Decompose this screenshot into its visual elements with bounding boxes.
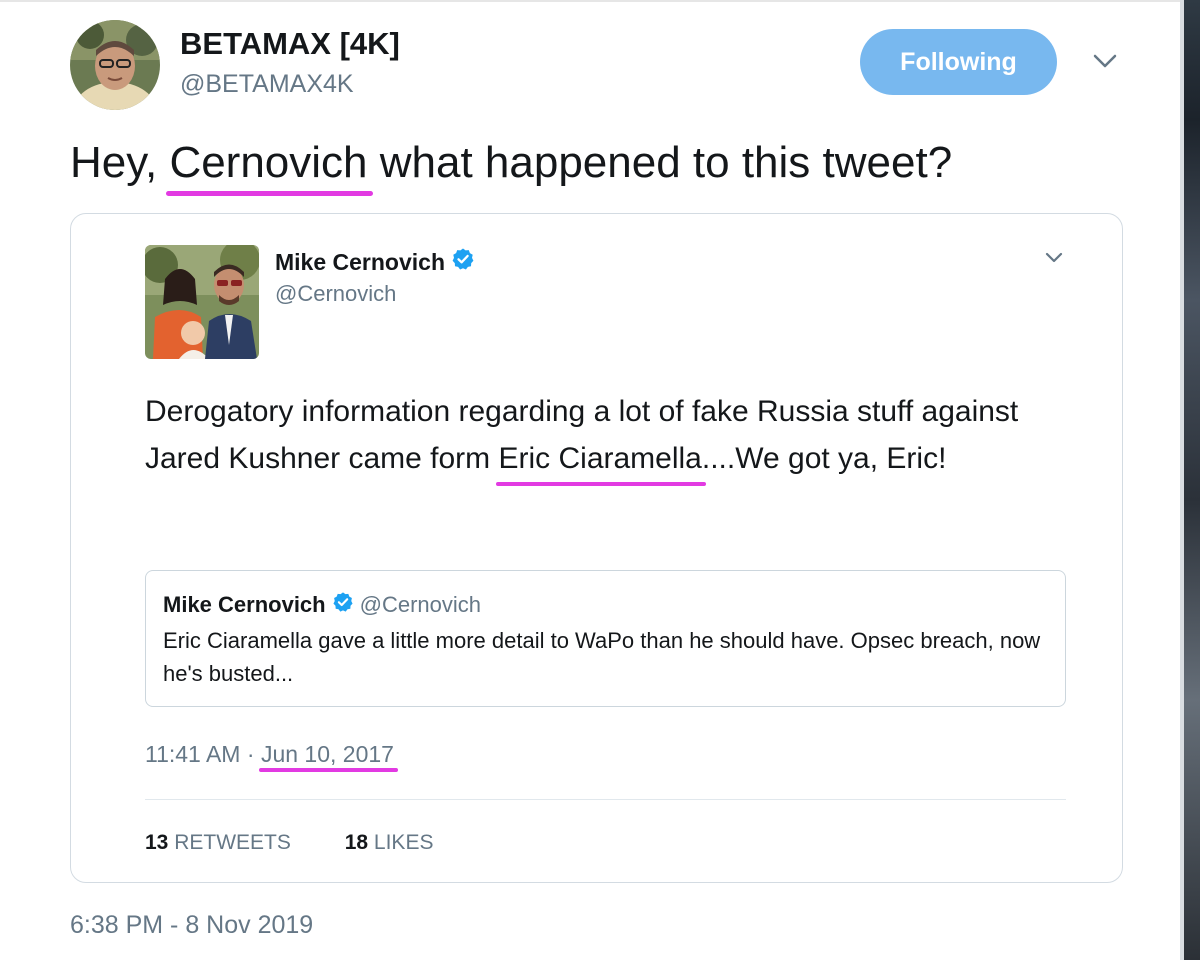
tweet-text: Hey, Cernovich what happened to this twe…	[70, 138, 953, 196]
quoted-tweet-text: Derogatory information regarding a lot o…	[145, 388, 1045, 486]
author-handle[interactable]: @BETAMAX4K	[180, 70, 354, 99]
quoted-text-part2: ....We got ya, Eric!	[701, 442, 947, 475]
retweets-label: RETWEETS	[174, 831, 291, 854]
nested-quote-author-name: Mike Cernovich	[163, 592, 326, 617]
quoted-time: 11:41 AM	[145, 741, 241, 767]
tweet-options-chevron-icon[interactable]	[1093, 52, 1117, 75]
tweet-timestamp[interactable]: 6:38 PM - 8 Nov 2019	[70, 911, 313, 940]
likes-label: LIKES	[373, 831, 434, 854]
nested-quote-header: Mike Cernovich @Cernovich	[163, 591, 481, 619]
quoted-tweet-card[interactable]: Mike Cernovich @Cernovich Derogatory inf…	[70, 213, 1123, 883]
highlighted-name-eric-ciaramella: Eric Ciaramella	[496, 435, 707, 486]
nested-verified-badge-icon	[332, 591, 354, 619]
likes-stat[interactable]: 18 LIKES	[345, 831, 434, 854]
quoted-author-display-name[interactable]: Mike Cernovich	[275, 249, 445, 276]
quoted-tweet-options-chevron-icon[interactable]	[1045, 251, 1063, 270]
nested-quote-text: Eric Ciaramella gave a little more detai…	[163, 628, 1041, 686]
likes-count: 18	[344, 831, 369, 854]
highlighted-date: Jun 10, 2017	[258, 741, 398, 772]
quoted-author-name[interactable]: Mike Cernovich	[275, 247, 475, 277]
divider	[145, 799, 1066, 800]
quoted-tweet-timestamp[interactable]: 11:41 AM · Jun 10, 2017	[145, 741, 398, 772]
quoted-author-handle[interactable]: @Cernovich	[275, 281, 396, 307]
nested-quoted-tweet[interactable]: Mike Cernovich @Cernovich Eric Ciaramell…	[145, 570, 1066, 707]
author-display-name[interactable]: BETAMAX [4K]	[180, 26, 400, 62]
background-window-strip	[1184, 0, 1200, 960]
following-button[interactable]: Following	[860, 29, 1057, 95]
tweet-text-after: what happened to this tweet?	[367, 138, 953, 187]
tweet-text-before: Hey,	[70, 138, 170, 187]
quoted-avatar-photo	[145, 245, 259, 359]
author-avatar[interactable]	[70, 20, 160, 110]
highlighted-word-cernovich: Cernovich	[166, 138, 373, 196]
verified-badge-icon	[451, 247, 475, 277]
avatar-photo	[70, 20, 160, 110]
retweets-stat[interactable]: 13 RETWEETS	[145, 831, 291, 854]
top-border	[0, 0, 1184, 2]
time-separator: ·	[240, 741, 261, 767]
retweets-count: 13	[145, 831, 169, 854]
quoted-author-avatar[interactable]	[145, 245, 259, 359]
nested-quote-author-handle: @Cernovich	[359, 592, 481, 617]
engagement-stats: 13 RETWEETS 18 LIKES	[145, 831, 481, 855]
